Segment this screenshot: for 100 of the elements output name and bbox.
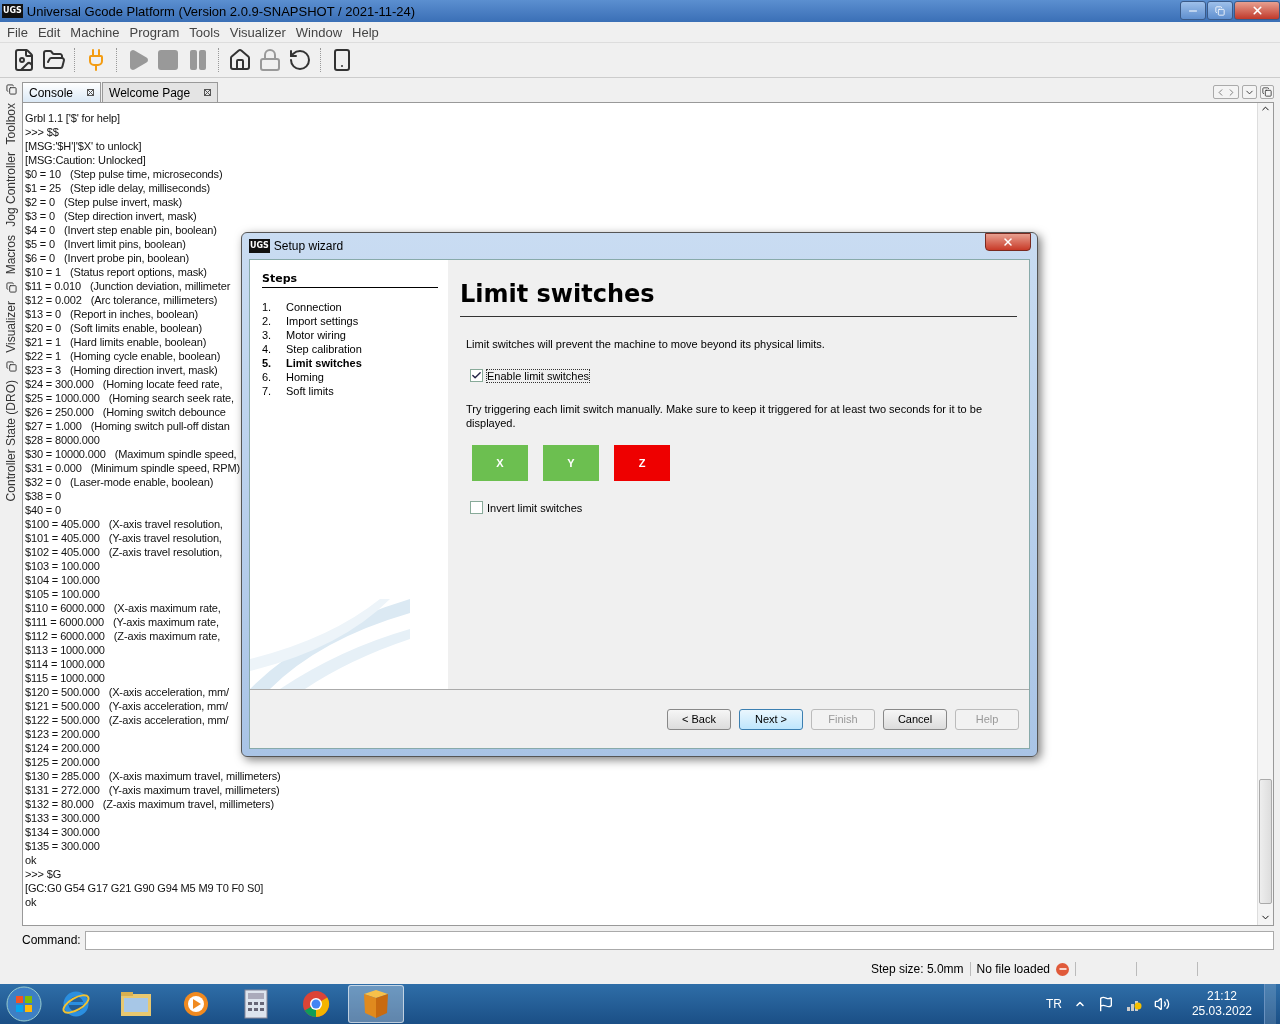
window-icon[interactable] [5,84,17,95]
language-indicator[interactable]: TR [1045,997,1062,1011]
console-line: $2 = 0 [25,195,55,209]
console-line: $27 = 1.000 [25,419,82,433]
restore-button[interactable] [1207,1,1233,20]
console-comment: (Invert step enable pin, boolean) [64,223,217,237]
console-line: $24 = 300.000 [25,377,94,391]
clock[interactable]: 21:12 25.03.2022 [1191,989,1252,1019]
side-panel-tab[interactable]: Toolbox [4,103,18,145]
volume-icon[interactable] [1153,996,1170,1012]
invert-limit-switches-checkbox[interactable]: Invert limit switches [470,501,1007,514]
tab[interactable]: Welcome Page [102,82,219,102]
console-line: $11 = 0.010 [25,279,81,293]
folder-icon[interactable] [42,48,66,72]
console-line: $13 = 0 [25,307,61,321]
file-status: No file loaded [976,962,1050,976]
console-line: $125 = 200.000 [25,755,100,769]
step-item: 6. Homing [262,370,325,384]
console-comment: (Step idle delay, milliseconds) [69,181,210,195]
tab[interactable]: Console [22,82,102,102]
command-field[interactable] [84,930,1274,950]
close-icon [1250,4,1264,17]
console-comment: (Homing switch pull-off distan [90,419,230,433]
console-line: $113 = 1000.000 [25,643,105,657]
console-comment: (X-axis acceleration, mm/ [108,685,229,699]
console-line: $1 = 25 [25,181,61,195]
menu-item[interactable]: Program [124,24,185,40]
console-line: $25 = 1000.000 [25,391,100,405]
menu-item[interactable]: Edit [32,24,66,40]
console-line: >>> $G [25,867,62,881]
home-icon[interactable] [228,48,252,72]
side-panel-tab[interactable]: Controller State (DRO) [4,380,18,502]
console-comment: (Y-axis maximum travel, millimeters) [108,783,280,797]
console-line: $135 = 300.000 [25,839,100,853]
console-line: Grbl 1.1 ['$' for help] [25,111,120,125]
steps-heading: Steps [262,272,438,288]
media-player-icon [182,990,210,1018]
console-line: $110 = 6000.000 [25,601,105,615]
minimize-button[interactable] [1180,1,1206,20]
close-icon[interactable] [204,89,212,96]
console-comment: (Invert probe pin, boolean) [64,251,189,265]
console-line: $130 = 285.000 [25,769,100,783]
enable-limit-switches-checkbox[interactable]: Enable limit switches [470,369,1007,382]
console-line: $103 = 100.000 [25,559,100,573]
limit-switch-indicator: Z [614,445,670,481]
console-comment: (Report in inches, boolean) [69,307,198,321]
flag-icon[interactable] [1097,996,1114,1012]
console-comment: (Homing search seek rate, [108,391,234,405]
console-line: $111 = 6000.000 [25,615,104,629]
dialog-close-button[interactable] [985,233,1031,251]
calculator-icon [244,989,268,1019]
folder-icon [120,990,152,1018]
console-comment: (Y-axis acceleration, mm/ [108,699,228,713]
console-line: $114 = 1000.000 [25,657,105,671]
wizard-button[interactable]: < Back [667,708,731,730]
console-line: [MSG:Caution: Unlocked] [25,153,146,167]
window-icon[interactable] [5,282,17,294]
side-panel-tab[interactable]: Jog Controller [4,152,18,228]
start-button[interactable] [4,984,44,1024]
console-comment: (Z-axis maximum rate, [113,629,221,643]
menu-item[interactable]: Visualizer [224,24,291,40]
window-icon[interactable] [5,361,17,373]
step-item: 2. Import settings [262,314,360,328]
console-line: $112 = 6000.000 [25,629,105,643]
wizard-button[interactable]: Next > [739,708,803,730]
menu-item[interactable]: File [2,24,33,40]
console-comment: (Z-axis acceleration, mm/ [108,713,229,727]
menu-item[interactable]: Tools [184,24,225,40]
scroll-thumb[interactable] [1259,779,1272,904]
menu-item[interactable]: Machine [65,24,125,40]
console-line: $32 = 0 [25,475,61,489]
close-icon[interactable] [87,89,95,96]
console-line: >>> $$ [25,125,59,139]
console-line: ok [25,895,37,909]
console-line: $23 = 3 [25,363,61,377]
console-line: [MSG:'$H'|'$X' to unlock] [25,139,142,153]
image-file-icon[interactable] [12,48,36,72]
side-panel-tab[interactable]: Macros [4,235,18,275]
console-comment: (Step pulse invert, mask) [64,195,182,209]
tab-list-button[interactable] [1242,85,1257,99]
step-item: 5. Limit switches [262,356,363,370]
console-line: $12 = 0.002 [25,293,82,307]
console-comment: (Arc tolerance, millimeters) [90,293,218,307]
side-panel-tab[interactable]: Visualizer [4,301,18,354]
dialog-logo: UGS [249,239,270,253]
wizard-button[interactable]: Cancel [883,708,947,730]
console-line: $123 = 200.000 [25,727,100,741]
scrollbar[interactable] [1257,103,1273,925]
console-comment: (Junction deviation, millimeter [89,279,231,293]
console-line: $6 = 0 [25,251,55,265]
step-item: 7. Soft limits [262,384,335,398]
console-comment: (Status report options, mask) [69,265,207,279]
reset-icon[interactable] [288,48,312,72]
close-button[interactable] [1234,1,1280,20]
console-line: $40 = 0 [25,503,61,517]
restore-window-button[interactable] [1260,85,1274,99]
menu-item[interactable]: Window [290,24,348,40]
console-comment: (Invert limit pins, boolean) [64,237,186,251]
console-line: $122 = 500.000 [25,713,100,727]
menu-item[interactable]: Help [347,24,384,40]
